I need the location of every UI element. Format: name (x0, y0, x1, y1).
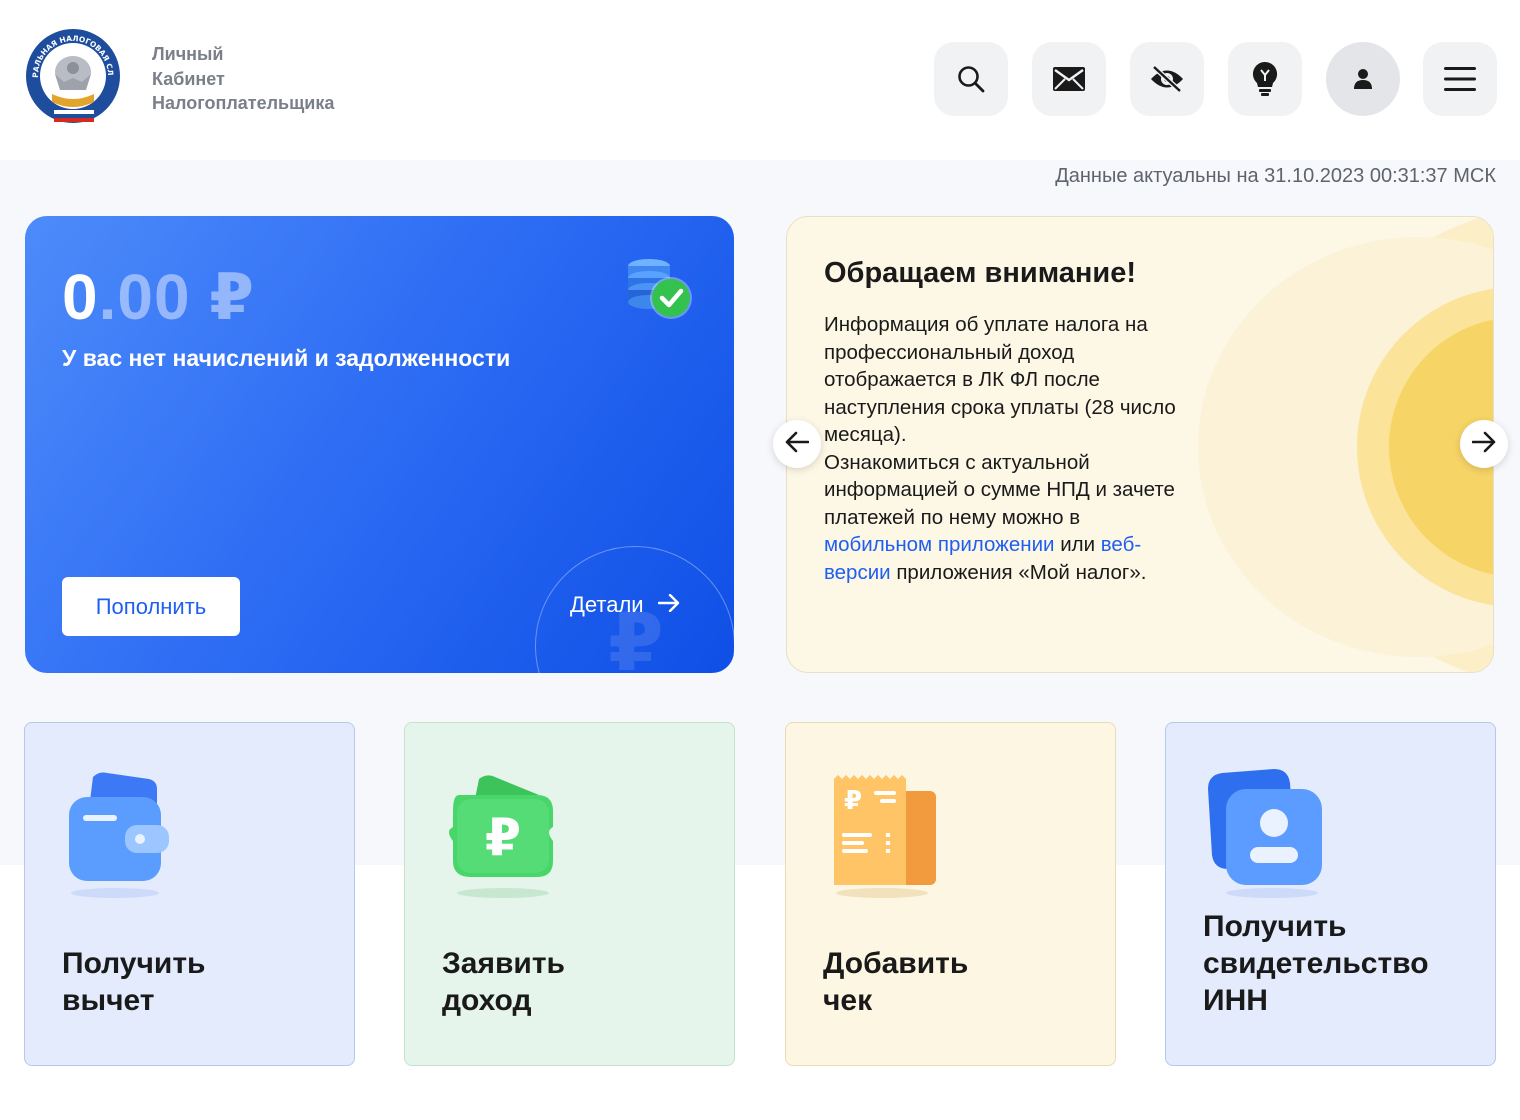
id-card-icon (1204, 769, 1334, 899)
balance-amount-integer: 0 (62, 261, 99, 333)
brand-line-2: Кабинет (152, 68, 225, 89)
messages-button[interactable] (1032, 42, 1106, 116)
notice-text-end: приложения «Мой налог». (890, 560, 1147, 584)
tile-label: Получить вычет (62, 947, 206, 1017)
svg-text:₽: ₽ (844, 786, 862, 816)
carousel-prev-button[interactable] (773, 420, 821, 468)
notice-title: Обращаем внимание! (824, 257, 1137, 289)
balance-amount: 0.00 ₽ (62, 260, 255, 335)
notice-card: Обращаем внимание! Информация об уплате … (786, 216, 1494, 673)
brand-line-1: Личный (152, 44, 224, 64)
balance-amount-fraction: .00 ₽ (98, 261, 255, 333)
ruble-wallet-icon: ₽ (443, 769, 573, 899)
notice-text-or: или (1054, 533, 1101, 556)
tile-declare-income[interactable]: ₽ Заявить доход (404, 722, 735, 1066)
tile-label: Получить свидетельство ИНН (1203, 910, 1429, 1017)
balance-card: ₽ 0.00 ₽ У вас нет начислений и задолжен… (25, 216, 734, 673)
arrow-left-icon (785, 431, 810, 458)
arrow-right-icon (1471, 431, 1496, 458)
tile-get-inn-certificate[interactable]: Получить свидетельство ИНН (1165, 722, 1496, 1066)
profile-button[interactable] (1326, 42, 1400, 116)
notice-text-part-1: Информация об уплате налога на профессио… (824, 313, 1176, 446)
tile-label: Добавить чек (823, 947, 969, 1017)
brand-line-3: Налогоплательщика (152, 93, 335, 113)
search-button[interactable] (934, 42, 1008, 116)
wallet-icon (63, 769, 193, 899)
tile-get-deduction[interactable]: Получить вычет (24, 722, 355, 1066)
carousel-next-button[interactable] (1460, 420, 1508, 468)
receipt-icon: ₽ (824, 769, 954, 899)
balance-status-text: У вас нет начислений и задолженности (62, 345, 511, 371)
details-link[interactable]: Детали (570, 592, 680, 618)
mobile-app-link[interactable]: мобильном приложении (824, 533, 1055, 556)
notice-text-part-2: Ознакомиться с актуальной информацией о … (824, 450, 1175, 529)
topup-button[interactable]: Пополнить (62, 577, 240, 636)
search-icon (956, 64, 986, 94)
brand-title: Личный Кабинет Налогоплательщика (152, 42, 334, 116)
coins-check-icon (625, 254, 697, 326)
details-link-label: Детали (570, 592, 644, 617)
header: ФЕДЕРАЛЬНАЯ НАЛОГОВАЯ СЛУЖБА Личный Каби… (0, 0, 1520, 160)
hide-balance-button[interactable] (1130, 42, 1204, 116)
menu-icon (1444, 67, 1476, 91)
tile-label: Заявить доход (442, 947, 566, 1017)
tips-button[interactable] (1228, 42, 1302, 116)
lightbulb-icon (1251, 61, 1279, 97)
eye-off-icon (1149, 64, 1185, 94)
user-icon (1353, 68, 1373, 90)
tile-add-receipt[interactable]: ₽ Добавить чек (785, 722, 1116, 1066)
arrow-right-icon (657, 592, 680, 618)
mail-icon (1053, 67, 1085, 91)
fns-logo[interactable]: ФЕДЕРАЛЬНАЯ НАЛОГОВАЯ СЛУЖБА (19, 21, 122, 128)
notice-text: Информация об уплате налога на профессио… (824, 311, 1184, 586)
data-timestamp: Данные актуальны на 31.10.2023 00:31:37 … (1055, 165, 1496, 187)
menu-button[interactable] (1423, 42, 1497, 116)
svg-text:₽: ₽ (485, 808, 521, 868)
